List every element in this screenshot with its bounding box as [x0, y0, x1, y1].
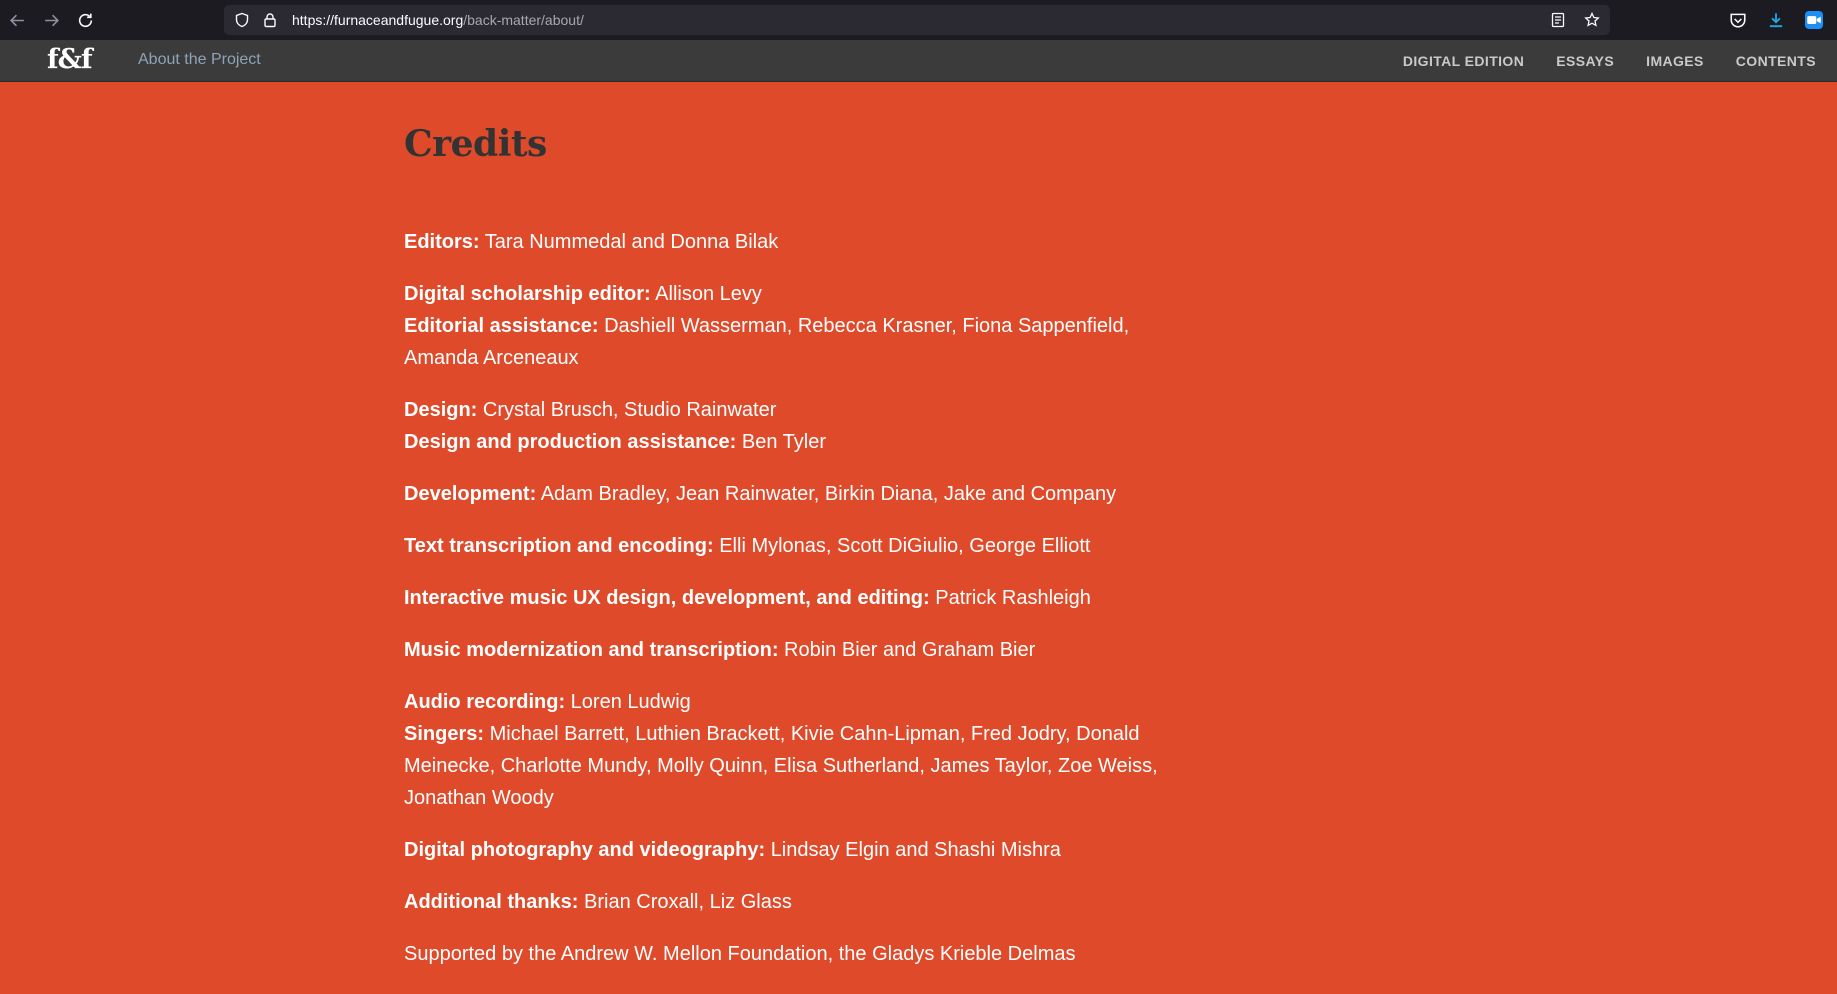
downloads-button[interactable]	[1759, 3, 1793, 37]
credit-names: Michael Barrett, Luthien Brackett, Kivie…	[404, 723, 1158, 809]
credit-group: Digital scholarship editor: Allison Levy…	[404, 278, 1164, 374]
credit-line: Singers: Michael Barrett, Luthien Bracke…	[404, 718, 1164, 814]
credit-group: Additional thanks: Brian Croxall, Liz Gl…	[404, 886, 1164, 918]
page-title: Credits	[404, 123, 547, 165]
page-crumb: About the Project	[138, 51, 261, 68]
credit-group: Editors: Tara Nummedal and Donna Bilak	[404, 226, 1164, 258]
credit-role: Digital scholarship editor:	[404, 283, 651, 305]
url-bar[interactable]: https://furnaceandfugue.org/back-matter/…	[224, 5, 1610, 35]
credit-line: Music modernization and transcription: R…	[404, 634, 1164, 666]
credit-role: Development:	[404, 483, 537, 505]
credit-names: Tara Nummedal and Donna Bilak	[484, 231, 779, 253]
credit-role: Interactive music UX design, development…	[404, 587, 930, 609]
credit-line: Editorial assistance: Dashiell Wasserman…	[404, 310, 1164, 374]
extension-button[interactable]	[1797, 3, 1831, 37]
nav-essays[interactable]: ESSAYS	[1556, 53, 1614, 69]
url-host: https://furnaceandfugue.org	[292, 12, 464, 28]
site-header: f&f About the Project DIGITAL EDITION ES…	[0, 40, 1837, 82]
credit-group: Music modernization and transcription: R…	[404, 634, 1164, 666]
url-text[interactable]: https://furnaceandfugue.org/back-matter/…	[292, 12, 584, 28]
reload-button[interactable]	[68, 3, 102, 37]
credit-line: Interactive music UX design, development…	[404, 582, 1164, 614]
credit-role: Editorial assistance:	[404, 315, 599, 337]
extension-camera-icon	[1805, 11, 1823, 29]
credit-line: Additional thanks: Brian Croxall, Liz Gl…	[404, 886, 1164, 918]
credit-line: Audio recording: Loren Ludwig	[404, 686, 1164, 718]
main-content: Credits Editors: Tara Nummedal and Donna…	[404, 123, 1164, 970]
nav-images[interactable]: IMAGES	[1646, 53, 1704, 69]
credit-names: Adam Bradley, Jean Rainwater, Birkin Dia…	[540, 483, 1117, 505]
credit-names: Robin Bier and Graham Bier	[784, 639, 1036, 661]
credit-names: Brian Croxall, Liz Glass	[584, 891, 792, 913]
credit-line: Design: Crystal Brusch, Studio Rainwater	[404, 394, 1164, 426]
url-path: /back-matter/about/	[463, 12, 584, 28]
credit-role: Text transcription and encoding:	[404, 535, 714, 557]
credit-group: Audio recording: Loren Ludwig Singers: Mi…	[404, 686, 1164, 814]
credit-names: Elli Mylonas, Scott DiGiulio, George Ell…	[719, 535, 1091, 557]
credit-role: Design:	[404, 399, 478, 421]
reader-view-icon[interactable]	[1548, 10, 1568, 30]
credit-role: Design and production assistance:	[404, 431, 737, 453]
site-nav: DIGITAL EDITION ESSAYS IMAGES CONTENTS	[1403, 53, 1816, 69]
credit-names: Crystal Brusch, Studio Rainwater	[482, 399, 777, 421]
credit-group: Text transcription and encoding: Elli My…	[404, 530, 1164, 562]
credit-role: Digital photography and videography:	[404, 839, 766, 861]
nav-digital-edition[interactable]: DIGITAL EDITION	[1403, 53, 1524, 69]
tracking-shield-icon[interactable]	[232, 10, 252, 30]
credit-line: Digital photography and videography: Lin…	[404, 834, 1164, 866]
reload-icon	[78, 13, 92, 27]
credit-role: Singers:	[404, 723, 485, 745]
credit-line: Editors: Tara Nummedal and Donna Bilak	[404, 226, 1164, 258]
credit-names: Patrick Rashleigh	[935, 587, 1091, 609]
credit-group: Development: Adam Bradley, Jean Rainwate…	[404, 478, 1164, 510]
credit-line: Design and production assistance: Ben Ty…	[404, 426, 1164, 458]
back-button[interactable]	[0, 3, 34, 37]
credit-role: Music modernization and transcription:	[404, 639, 779, 661]
forward-arrow-icon	[44, 14, 59, 26]
credit-role: Additional thanks:	[404, 891, 579, 913]
bookmark-star-icon[interactable]	[1582, 10, 1602, 30]
credit-role: Editors:	[404, 231, 480, 253]
credit-names: Lindsay Elgin and Shashi Mishra	[770, 839, 1061, 861]
credit-group: Design: Crystal Brusch, Studio Rainwater…	[404, 394, 1164, 458]
credit-role: Audio recording:	[404, 691, 566, 713]
site-logo[interactable]: f&f	[47, 44, 93, 75]
credit-line: Digital scholarship editor: Allison Levy	[404, 278, 1164, 310]
credit-line: Text transcription and encoding: Elli My…	[404, 530, 1164, 562]
credit-group: Digital photography and videography: Lin…	[404, 834, 1164, 866]
pocket-button[interactable]	[1721, 3, 1755, 37]
forward-button[interactable]	[34, 3, 68, 37]
credits-list: Editors: Tara Nummedal and Donna Bilak Di…	[404, 226, 1164, 918]
back-arrow-icon	[9, 14, 24, 26]
credit-names: Allison Levy	[655, 283, 762, 305]
pocket-icon	[1730, 13, 1746, 28]
credit-names: Ben Tyler	[741, 431, 826, 453]
credit-names: Loren Ludwig	[570, 691, 691, 713]
lock-icon[interactable]	[260, 10, 280, 30]
download-arrow-icon	[1769, 13, 1783, 28]
nav-contents[interactable]: CONTENTS	[1736, 53, 1816, 69]
credit-line: Development: Adam Bradley, Jean Rainwate…	[404, 478, 1164, 510]
credit-group: Interactive music UX design, development…	[404, 582, 1164, 614]
support-statement: Supported by the Andrew W. Mellon Founda…	[404, 943, 1076, 965]
browser-toolbar: https://furnaceandfugue.org/back-matter/…	[0, 0, 1837, 40]
